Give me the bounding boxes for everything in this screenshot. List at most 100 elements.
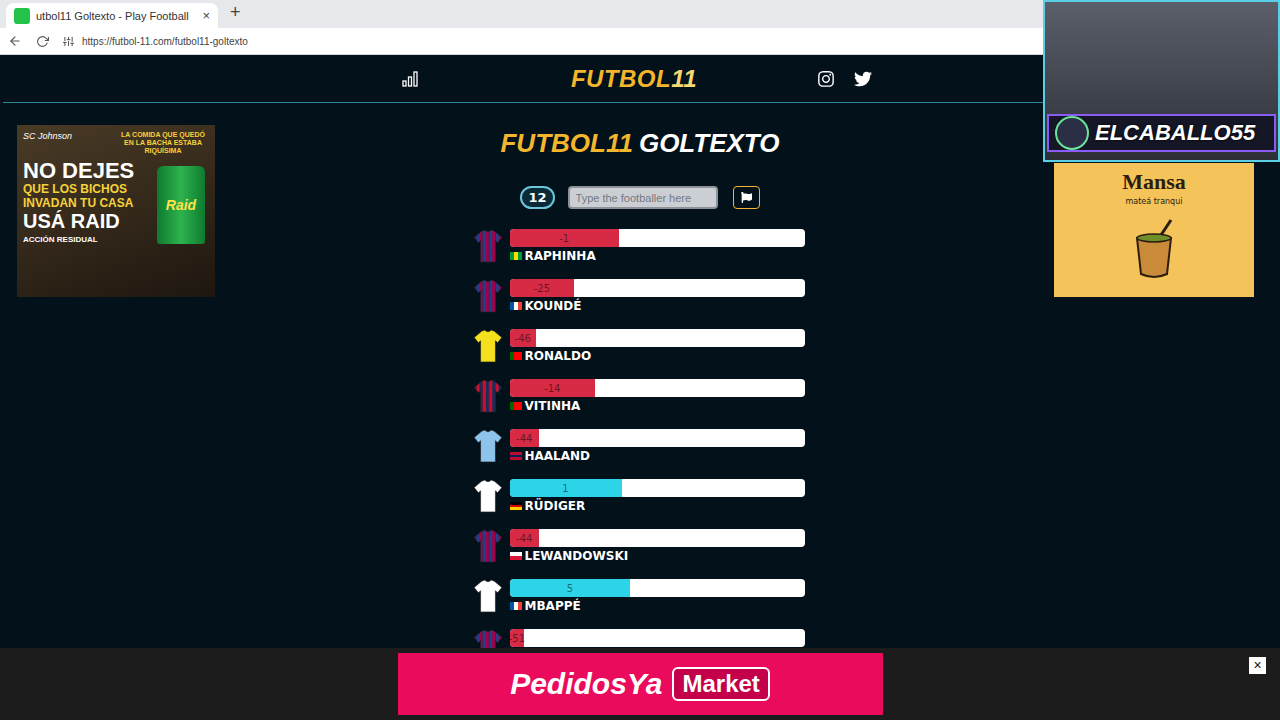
pedidosya-ad[interactable]: PedidosYa Market	[398, 653, 883, 715]
flag-icon	[510, 352, 522, 360]
twitter-icon[interactable]	[854, 70, 872, 88]
player-info: -1 RAPHINHA	[510, 229, 805, 264]
player-row: -46 RONALDO	[473, 329, 808, 379]
distance-fill: 5	[510, 579, 631, 597]
url-field[interactable]: https://futbol-11.com/futbol11-goltexto	[63, 36, 248, 47]
player-info: -46 RONALDO	[510, 329, 805, 364]
distance-bar: -44	[510, 429, 805, 447]
flag-icon	[510, 302, 522, 310]
distance-bar: -46	[510, 329, 805, 347]
distance-bar: -25	[510, 279, 805, 297]
flag-icon	[510, 252, 522, 260]
distance-bar: 5	[510, 579, 805, 597]
ad-product: Raid	[166, 197, 196, 213]
player-name: LEWANDOWSKI	[525, 549, 629, 563]
screen: utbol11 Goltexto - Play Football × + https:…	[0, 0, 1280, 720]
flag-icon	[510, 402, 522, 410]
player-row: 5 MBAPPÉ	[473, 579, 808, 629]
ad-brand: SC Johnson	[23, 131, 72, 155]
distance-reading: -14	[544, 383, 560, 394]
distance-reading: -46	[515, 333, 531, 344]
favicon-icon	[14, 8, 30, 24]
player-row: -44 HAALAND	[473, 429, 808, 479]
distance-fill: -14	[510, 379, 596, 397]
stats-icon[interactable]	[402, 71, 418, 87]
jersey-icon	[473, 429, 503, 463]
channel-name: ELCABALLO55	[1095, 120, 1255, 146]
flag-icon	[510, 452, 522, 460]
distance-bar: 1	[510, 479, 805, 497]
ad-line: QUE LOS BICHOS	[23, 183, 151, 196]
tab-title: utbol11 Goltexto - Play Football	[36, 10, 196, 22]
flag-icon	[510, 602, 522, 610]
distance-reading: -51	[509, 633, 525, 644]
close-ad-button[interactable]: ×	[1249, 657, 1266, 674]
player-row: -25 KOUNDÉ	[473, 279, 808, 329]
flag-icon	[510, 502, 522, 510]
player-name-line: RÜDIGER	[510, 498, 805, 514]
reload-icon[interactable]	[36, 35, 49, 48]
game-title: FUTBOL11GOLTEXTO	[500, 128, 779, 159]
give-up-button[interactable]	[733, 186, 760, 209]
attempts-badge: 12	[520, 186, 554, 209]
bottom-ad: PedidosYa Market ×	[0, 648, 1280, 720]
footballer-input[interactable]	[568, 186, 718, 209]
player-name: KOUNDÉ	[525, 299, 582, 313]
site-logo[interactable]: FUTBOL11	[571, 65, 697, 93]
mansa-ad[interactable]: Mansamateá tranqui	[1054, 163, 1254, 297]
player-info: -44 LEWANDOWSKI	[510, 529, 805, 564]
distance-fill: -44	[510, 529, 540, 547]
ad-tag: Market	[672, 667, 769, 701]
player-name-line: MBAPPÉ	[510, 598, 805, 614]
distance-reading: -25	[534, 283, 550, 294]
distance-reading: -1	[559, 233, 569, 244]
url-text: https://futbol-11.com/futbol11-goltexto	[82, 36, 248, 47]
webcam-overlay: ELCABALLO55	[1043, 0, 1280, 162]
player-name: RÜDIGER	[525, 499, 586, 513]
player-row: -44 LEWANDOWSKI	[473, 529, 808, 579]
search-row: 12	[520, 186, 759, 209]
mate-icon	[1119, 216, 1189, 286]
new-tab-button[interactable]: +	[226, 2, 245, 26]
player-name-line: RONALDO	[510, 348, 805, 364]
browser-tab[interactable]: utbol11 Goltexto - Play Football ×	[6, 3, 218, 28]
horse-logo-icon	[1055, 116, 1089, 150]
instagram-icon[interactable]	[817, 70, 835, 88]
player-name: RONALDO	[525, 349, 592, 363]
distance-fill: 1	[510, 479, 622, 497]
jersey-icon	[473, 379, 503, 413]
game-column: FUTBOL11GOLTEXTO 12 -1 RAPHINHA -25 KOUNDÉ -46…	[473, 125, 808, 679]
ad-line: NO DEJES	[23, 159, 151, 183]
guess-list: -1RAPHINHA-25KOUNDÉ-46RONALDO-14VITINHA-…	[473, 229, 808, 679]
jersey-icon	[473, 229, 503, 263]
jersey-icon	[473, 279, 503, 313]
back-icon[interactable]	[8, 34, 22, 48]
tab-close-button[interactable]: ×	[202, 8, 210, 23]
player-name: HAALAND	[525, 449, 591, 463]
player-name-line: VITINHA	[510, 398, 805, 414]
raid-ad[interactable]: SC JohnsonLA COMIDA QUE QUEDÓ EN LA BACH…	[17, 125, 215, 297]
distance-reading: -44	[516, 533, 532, 544]
player-info: -14 VITINHA	[510, 379, 805, 414]
ad-badge: ACCIÓN RESIDUAL	[23, 235, 151, 244]
distance-bar: -14	[510, 379, 805, 397]
distance-bar: -51	[510, 629, 805, 647]
jersey-icon	[473, 579, 503, 613]
ad-brand: PedidosYa	[510, 667, 662, 701]
player-info: -44 HAALAND	[510, 429, 805, 464]
distance-reading: 1	[562, 483, 568, 494]
jersey-icon	[473, 529, 503, 563]
distance-fill: -1	[510, 229, 619, 247]
ad-brand: Mansa	[1122, 169, 1186, 195]
player-name-line: RAPHINHA	[510, 248, 805, 264]
site-info-icon[interactable]	[63, 36, 74, 47]
left-column: SC JohnsonLA COMIDA QUE QUEDÓ EN LA BACH…	[3, 125, 473, 679]
player-name: MBAPPÉ	[525, 599, 581, 613]
ad-line: INVADAN TU CASA	[23, 197, 151, 210]
flag-icon	[741, 192, 752, 203]
player-info: -25 KOUNDÉ	[510, 279, 805, 314]
distance-bar: -1	[510, 229, 805, 247]
distance-reading: -44	[516, 433, 532, 444]
player-info: 1 RÜDIGER	[510, 479, 805, 514]
distance-fill: -44	[510, 429, 540, 447]
